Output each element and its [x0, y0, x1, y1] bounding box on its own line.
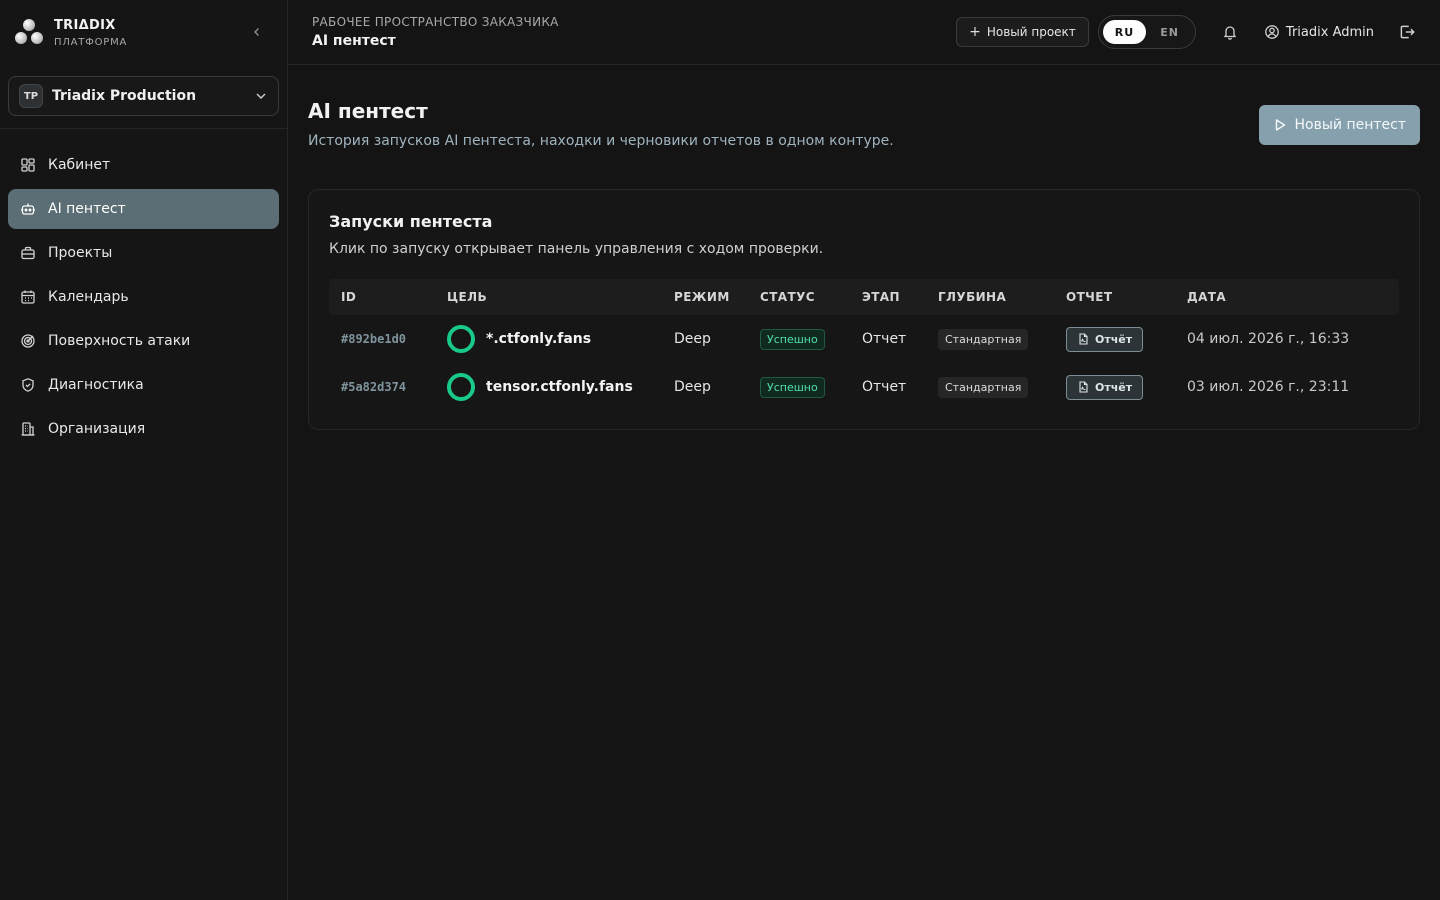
sidebar-item-attack-surface[interactable]: Поверхность атаки [8, 321, 279, 361]
page-content: AI пентест История запусков AI пентеста,… [288, 65, 1440, 430]
run-stage: Отчет [862, 331, 907, 347]
runs-title: Запуски пентеста [329, 212, 493, 231]
run-target: tensor.ctfonly.fans [447, 373, 674, 401]
new-pentest-label: Новый пентест [1294, 117, 1407, 133]
runs-table: ID ЦЕЛЬ РЕЖИМ СТАТУС ЭТАП ГЛУБИНА ОТЧЕТ … [329, 279, 1399, 411]
target-name: tensor.ctfonly.fans [486, 379, 633, 395]
dashboard-grid-icon [21, 158, 35, 172]
page-title: AI пентест [308, 99, 428, 123]
sidebar-item-label: Кабинет [48, 157, 111, 173]
breadcrumb-workspace: РАБОЧЕЕ ПРОСТРАНСТВО ЗАКАЗЧИКА [312, 15, 559, 29]
depth-badge: Стандартная [938, 329, 1029, 350]
report-label: Отчёт [1095, 380, 1133, 394]
run-id: #892be1d0 [341, 332, 407, 346]
brand-subtitle: ПЛАТФОРМА [54, 36, 128, 48]
column-header-report: ОТЧЕТ [1066, 290, 1113, 304]
notifications-button[interactable] [1220, 22, 1240, 42]
new-pentest-button[interactable]: Новый пентест [1258, 105, 1420, 145]
bell-icon [1223, 26, 1237, 40]
play-icon [1275, 119, 1285, 131]
run-stage: Отчет [862, 379, 907, 395]
target-name: *.ctfonly.fans [486, 331, 592, 347]
sidebar-item-diagnostics[interactable]: Диагностика [8, 365, 279, 405]
chevron-left-icon [254, 28, 259, 36]
document-icon [1079, 333, 1088, 345]
sidebar-nav: Кабинет AI пентест Проекты Календарь Пов… [0, 129, 287, 449]
sidebar-item-ai-pentest[interactable]: AI пентест [8, 189, 279, 229]
breadcrumb: РАБОЧЕЕ ПРОСТРАНСТВО ЗАКАЗЧИКА AI пентес… [312, 15, 559, 49]
chevron-down-icon [256, 93, 266, 99]
app-root: TRIΔDIX ПЛАТФОРМА TP Triadix Production … [0, 0, 1440, 900]
progress-ring-icon [447, 325, 475, 353]
table-row[interactable]: #5a82d374 tensor.ctfonly.fans Deep Успеш… [329, 363, 1399, 411]
run-mode: Deep [674, 379, 711, 395]
new-project-label: Новый проект [986, 25, 1076, 39]
language-toggle: RU EN [1097, 15, 1196, 49]
sidebar-item-label: Организация [48, 421, 146, 437]
sidebar-item-label: Диагностика [48, 377, 144, 393]
document-icon [1079, 381, 1088, 393]
breadcrumb-page: AI пентест [312, 33, 396, 49]
workspace-name: Triadix Production [52, 88, 197, 104]
topbar-actions: + Новый проект RU EN Triadix Admin [956, 15, 1416, 49]
column-header-target: ЦЕЛЬ [447, 290, 488, 304]
calendar-icon [21, 290, 35, 304]
run-target: *.ctfonly.fans [447, 325, 674, 353]
table-header: ID ЦЕЛЬ РЕЖИМ СТАТУС ЭТАП ГЛУБИНА ОТЧЕТ … [329, 279, 1399, 315]
status-badge: Успешно [760, 329, 825, 350]
sidebar-item-label: Поверхность атаки [48, 333, 191, 349]
brand-name: TRIΔDIX [54, 17, 116, 33]
run-mode: Deep [674, 331, 711, 347]
run-date: 04 июл. 2026 г., 16:33 [1187, 331, 1350, 347]
logout-icon[interactable] [1398, 23, 1416, 41]
run-id: #5a82d374 [341, 380, 407, 394]
brand-logo-icon [14, 18, 44, 48]
sidebar-item-dashboard[interactable]: Кабинет [8, 145, 279, 185]
target-icon [21, 334, 35, 348]
building-icon [21, 422, 35, 436]
sidebar-item-projects[interactable]: Проекты [8, 233, 279, 273]
progress-ring-icon [447, 373, 475, 401]
run-date: 03 июл. 2026 г., 23:11 [1187, 379, 1350, 395]
shield-icon [22, 378, 34, 392]
new-project-button[interactable]: + Новый проект [956, 17, 1089, 47]
briefcase-icon [21, 246, 35, 260]
column-header-status: СТАТУС [760, 290, 815, 304]
topbar: РАБОЧЕЕ ПРОСТРАНСТВО ЗАКАЗЧИКА AI пентес… [288, 0, 1440, 65]
workspace-select[interactable]: TP Triadix Production [8, 76, 279, 116]
plus-icon: + [969, 24, 981, 40]
report-button[interactable]: Отчёт [1066, 374, 1144, 400]
collapse-sidebar-button[interactable] [247, 22, 267, 42]
lang-en-button[interactable]: EN [1148, 20, 1191, 44]
depth-badge: Стандартная [938, 377, 1029, 398]
page-description: История запусков AI пентеста, находки и … [308, 133, 894, 149]
pentest-runs-card: Запуски пентеста Клик по запуску открыва… [308, 189, 1420, 430]
workspace-badge: TP [19, 84, 43, 108]
page-header: AI пентест История запусков AI пентеста,… [308, 65, 1420, 149]
column-header-id: ID [341, 290, 357, 304]
column-header-depth: ГЛУБИНА [938, 290, 1007, 304]
user-menu[interactable]: Triadix Admin [1264, 24, 1374, 40]
robot-icon [21, 203, 35, 215]
status-badge: Успешно [760, 377, 825, 398]
runs-description: Клик по запуску открывает панель управле… [329, 241, 824, 257]
lang-ru-button[interactable]: RU [1102, 20, 1147, 44]
brand: TRIΔDIX ПЛАТФОРМА [0, 0, 287, 65]
column-header-stage: ЭТАП [862, 290, 900, 304]
sidebar: TRIΔDIX ПЛАТФОРМА TP Triadix Production … [0, 0, 288, 900]
column-header-mode: РЕЖИМ [674, 290, 730, 304]
sidebar-item-label: Проекты [48, 245, 113, 261]
sidebar-item-organization[interactable]: Организация [8, 409, 279, 449]
table-row[interactable]: #892be1d0 *.ctfonly.fans Deep Успешно От… [329, 315, 1399, 363]
sidebar-item-label: AI пентест [48, 201, 126, 217]
user-circle-icon [1265, 25, 1279, 39]
report-button[interactable]: Отчёт [1066, 326, 1144, 352]
user-name: Triadix Admin [1285, 24, 1374, 40]
main-area: РАБОЧЕЕ ПРОСТРАНСТВО ЗАКАЗЧИКА AI пентес… [288, 0, 1440, 900]
sidebar-item-calendar[interactable]: Календарь [8, 277, 279, 317]
report-label: Отчёт [1095, 332, 1133, 346]
column-header-date: ДАТА [1187, 290, 1227, 304]
sidebar-item-label: Календарь [48, 289, 129, 305]
